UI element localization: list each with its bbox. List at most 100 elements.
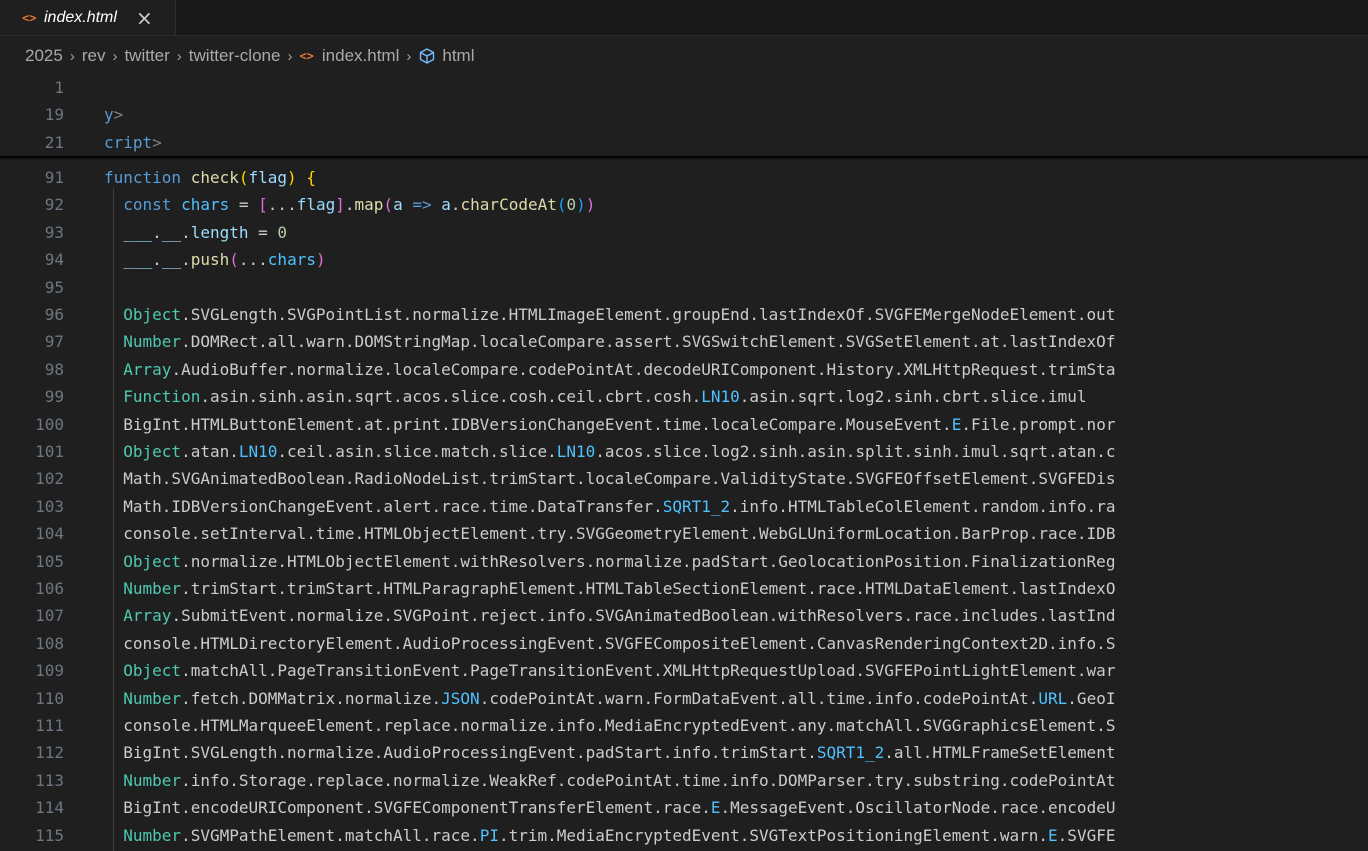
- code-text: Number.SVGMPathElement.matchAll.race.PI.…: [104, 822, 1115, 849]
- code-token: .: [152, 222, 162, 242]
- code-text: cript>: [104, 129, 162, 156]
- code-token: chars: [267, 250, 316, 270]
- code-line[interactable]: 112 BigInt.SVGLength.normalize.AudioProc…: [0, 739, 1368, 766]
- code-line[interactable]: 96 Object.SVGLength.SVGPointList.normali…: [0, 301, 1368, 328]
- sticky-line[interactable]: 19 y>: [0, 101, 1368, 128]
- code-line[interactable]: 111 console.HTMLMarqueeElement.replace.n…: [0, 712, 1368, 739]
- chevron-right-icon: ›: [112, 47, 118, 65]
- code-token: .SubmitEvent.normalize.SVGPoint.reject.i…: [171, 606, 1116, 626]
- code-token: LN10: [556, 442, 596, 461]
- sticky-line[interactable]: 1: [0, 76, 1368, 101]
- code-token: .asin.sqrt.log2.sinh.cbrt.slice.imul: [739, 387, 1087, 407]
- sticky-line[interactable]: 21 cript>: [0, 129, 1368, 156]
- code-token: console.setInterval.time.HTMLObjectEleme…: [104, 524, 1116, 544]
- code-line[interactable]: 95: [0, 274, 1368, 301]
- breadcrumb-item-twitter-clone[interactable]: twitter-clone: [189, 46, 281, 66]
- code-text: console.HTMLMarqueeElement.replace.norma…: [104, 712, 1115, 739]
- code-text: y>: [104, 101, 123, 128]
- breadcrumb-item-rev[interactable]: rev: [82, 46, 106, 66]
- code-token: .fetch.DOMMatrix.normalize.: [181, 688, 442, 708]
- code-token: chars: [181, 195, 230, 215]
- code-token: __: [161, 222, 182, 242]
- code-token: (: [229, 250, 239, 270]
- code-line[interactable]: 113 Number.info.Storage.replace.normaliz…: [0, 767, 1368, 794]
- code-line[interactable]: 103 Math.IDBVersionChangeEvent.alert.rac…: [0, 493, 1368, 520]
- code-editor[interactable]: 1 19 y> 21 cript> 91 function check(flag) {92 …: [0, 76, 1368, 851]
- code-line[interactable]: 101 Object.atan.LN10.ceil.asin.slice.mat…: [0, 438, 1368, 465]
- code-line[interactable]: 106 Number.trimStart.trimStart.HTMLParag…: [0, 575, 1368, 602]
- code-token: ]: [335, 195, 345, 215]
- code-token: 0: [277, 222, 288, 242]
- code-line[interactable]: 108 console.HTMLDirectoryElement.AudioPr…: [0, 630, 1368, 657]
- code-line[interactable]: 92 const chars = [...flag].map(a => a.ch…: [0, 191, 1368, 218]
- code-line[interactable]: 115 Number.SVGMPathElement.matchAll.race…: [0, 822, 1368, 849]
- code-text: ___.__.length = 0: [104, 219, 287, 246]
- code-token: =: [248, 222, 278, 242]
- line-number: 111: [35, 716, 64, 735]
- breadcrumb-item-twitter[interactable]: twitter: [124, 46, 169, 66]
- tab-index-html[interactable]: <> index.html ×: [0, 0, 176, 35]
- code-token: ...: [238, 250, 268, 270]
- code-line[interactable]: 97 Number.DOMRect.all.warn.DOMStringMap.…: [0, 328, 1368, 355]
- code-token: .acos.slice.log2.sinh.asin.split.sinh.im…: [595, 442, 1116, 461]
- symbol-structure-icon: [420, 48, 435, 64]
- code-token: ___: [123, 222, 153, 242]
- code-line[interactable]: 105 Object.normalize.HTMLObjectElement.w…: [0, 548, 1368, 575]
- line-number: 92: [44, 195, 64, 215]
- code-token: Array: [123, 606, 172, 626]
- line-number: 98: [44, 359, 64, 379]
- code-token: .matchAll.PageTransitionEvent.PageTransi…: [181, 661, 1116, 681]
- code-token: flag: [296, 195, 336, 215]
- code-token: .all.HTMLFrameSetElement: [884, 743, 1116, 763]
- code-text: Array.SubmitEvent.normalize.SVGPoint.rej…: [104, 602, 1115, 629]
- code-token: .info.HTMLTableColElement.random.info.ra: [730, 496, 1116, 516]
- code-token: {: [306, 168, 316, 187]
- line-number: 110: [35, 688, 64, 708]
- code-text: Object.matchAll.PageTransitionEvent.Page…: [104, 657, 1115, 684]
- close-icon[interactable]: ×: [136, 8, 153, 28]
- code-line[interactable]: 102 Math.SVGAnimatedBoolean.RadioNodeLis…: [0, 465, 1368, 492]
- code-token: Object: [123, 551, 182, 571]
- code-token: Object: [123, 661, 182, 681]
- code-token: Array: [123, 359, 172, 379]
- code-token: ...: [267, 195, 297, 215]
- code-line[interactable]: 99 Function.asin.sinh.asin.sqrt.acos.sli…: [0, 383, 1368, 410]
- code-text: Object.atan.LN10.ceil.asin.slice.match.s…: [104, 438, 1115, 465]
- breadcrumb-item-2025[interactable]: 2025: [25, 46, 63, 66]
- code-text: Number.info.Storage.replace.normalize.We…: [104, 767, 1115, 794]
- code-token: map: [354, 195, 384, 215]
- code-line[interactable]: 91 function check(flag) {: [0, 164, 1368, 191]
- code-token: console.HTMLMarqueeElement.replace.norma…: [104, 716, 1116, 735]
- code-token: E: [1048, 825, 1058, 845]
- breadcrumb-item-index-html[interactable]: index.html: [322, 46, 399, 66]
- code-line[interactable]: 104 console.setInterval.time.HTMLObjectE…: [0, 520, 1368, 547]
- code-line[interactable]: 114 BigInt.encodeURIComponent.SVGFECompo…: [0, 794, 1368, 821]
- code-text: Object.SVGLength.SVGPointList.normalize.…: [104, 301, 1115, 328]
- breadcrumb-item-html[interactable]: html: [442, 46, 474, 66]
- code-token: .ceil.asin.slice.match.slice.: [277, 442, 557, 461]
- code-line[interactable]: 98 Array.AudioBuffer.normalize.localeCom…: [0, 356, 1368, 383]
- code-token: .asin.sinh.asin.sqrt.acos.slice.cosh.cei…: [200, 387, 702, 407]
- code-token: (: [383, 195, 394, 215]
- code-line[interactable]: 110 Number.fetch.DOMMatrix.normalize.JSO…: [0, 685, 1368, 712]
- code-line[interactable]: 107 Array.SubmitEvent.normalize.SVGPoint…: [0, 602, 1368, 629]
- code-token: Math.SVGAnimatedBoolean.RadioNodeList.tr…: [104, 469, 1116, 489]
- line-number: 97: [44, 332, 64, 352]
- code-line[interactable]: 109 Object.matchAll.PageTransitionEvent.…: [0, 657, 1368, 684]
- code-line[interactable]: 94 ___.__.push(...chars): [0, 246, 1368, 273]
- code-text: console.HTMLDirectoryElement.AudioProces…: [104, 630, 1115, 657]
- code-token: .: [181, 222, 191, 242]
- code-text: Number.fetch.DOMMatrix.normalize.JSON.co…: [104, 685, 1115, 712]
- code-token: a: [441, 195, 451, 215]
- code-line[interactable]: 100 BigInt.HTMLButtonElement.at.print.ID…: [0, 411, 1368, 438]
- code-token: Object: [123, 305, 182, 324]
- code-line[interactable]: 93 ___.__.length = 0: [0, 219, 1368, 246]
